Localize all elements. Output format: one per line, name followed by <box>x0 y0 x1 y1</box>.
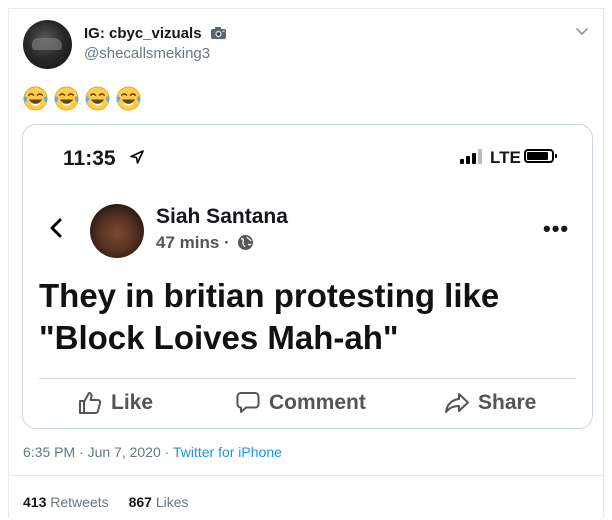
divider <box>8 475 604 476</box>
post-age: 47 mins · <box>156 233 254 253</box>
back-arrow-icon <box>50 218 62 238</box>
author-handle[interactable]: @shecallsmeking3 <box>84 45 210 62</box>
thumbs-up-icon <box>79 392 102 414</box>
likes-stat[interactable]: 867 Likes <box>129 494 189 510</box>
status-bar-time: 11:35 <box>63 147 116 170</box>
face-with-tears-of-joy-icon <box>54 86 79 111</box>
location-arrow-icon <box>130 150 144 164</box>
globe-icon <box>238 235 254 250</box>
tweet-timestamp: 6:35 PM · Jun 7, 2020 · Twitter for iPho… <box>23 444 282 460</box>
more-options-icon: ••• <box>543 216 570 241</box>
tweet-stats: 413 Retweets 867 Likes <box>23 494 189 510</box>
comment-bubble-icon <box>236 392 260 413</box>
tweet-text-emojis <box>22 85 142 112</box>
battery-icon <box>524 149 557 163</box>
attached-image[interactable]: 11:35 LTE Siah Santana 47 mins · ••• The… <box>22 124 593 429</box>
camera-icon <box>210 27 226 39</box>
face-with-tears-of-joy-icon <box>23 86 48 111</box>
signal-strength-icon <box>460 148 482 164</box>
divider <box>39 378 576 379</box>
author-display-name[interactable]: IG: cbyc_vizuals <box>84 25 227 42</box>
post-author-avatar <box>90 204 144 258</box>
face-with-tears-of-joy-icon <box>116 86 141 111</box>
post-author-name: Siah Santana <box>156 205 288 228</box>
share-arrow-icon <box>445 393 469 413</box>
retweets-stat[interactable]: 413 Retweets <box>23 494 109 510</box>
face-with-tears-of-joy-icon <box>85 86 110 111</box>
comment-action: Comment <box>235 390 366 416</box>
author-avatar[interactable] <box>23 20 72 69</box>
share-action: Share <box>444 390 536 416</box>
network-label: LTE <box>490 148 521 167</box>
post-text: They in britian protesting like "Block L… <box>39 277 500 356</box>
chevron-down-icon[interactable] <box>575 24 589 38</box>
tweet-source-link[interactable]: Twitter for iPhone <box>173 444 282 460</box>
like-action: Like <box>77 390 153 416</box>
